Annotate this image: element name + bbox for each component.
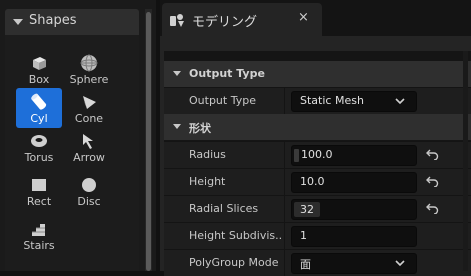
slider-notch[interactable] (294, 149, 299, 162)
category-shape[interactable]: 形状 (164, 114, 471, 140)
category-output-type[interactable]: Output Type (164, 61, 471, 87)
box-icon (33, 57, 46, 70)
tool-label: Torus (24, 151, 54, 164)
tool-label: Rect (26, 195, 52, 208)
prop-row-polygroup-mode: PolyGroup Mode 面 (164, 249, 471, 276)
radius-input[interactable]: 100.0 (291, 145, 417, 166)
height-input[interactable]: 10.0 (291, 172, 417, 193)
tool-label: Cyl (30, 112, 48, 125)
column-divider[interactable] (284, 250, 285, 276)
field-value: 100.0 (301, 148, 333, 161)
radial-slices-input[interactable]: 32 (291, 199, 417, 220)
arrow-icon (83, 134, 93, 149)
close-icon[interactable]: × (298, 10, 309, 25)
dropdown-value: 面 (300, 258, 311, 271)
cylinder-icon (31, 93, 47, 110)
tool-stairs[interactable]: Stairs (16, 215, 62, 255)
tool-label: Stairs (23, 239, 55, 252)
tool-label: Cone (74, 112, 104, 125)
column-divider[interactable] (284, 223, 285, 249)
collapse-triangle-icon[interactable] (13, 19, 23, 25)
prop-row-radius: Radius 100.0 (164, 141, 471, 168)
prop-row-height: Height 10.0 (164, 168, 471, 195)
details-scrollbar[interactable] (463, 51, 468, 271)
disc-icon (82, 178, 96, 192)
prop-label: Height Subdivis... (189, 229, 283, 242)
cone-icon (83, 96, 96, 109)
prop-label: Height (189, 175, 226, 188)
field-value: 32 (294, 202, 320, 217)
tool-label: Sphere (69, 73, 109, 86)
category-label: 形状 (189, 122, 211, 135)
chevron-down-icon (395, 98, 405, 105)
reset-icon[interactable] (426, 148, 439, 160)
shapes-panel: Shapes Box Sphere Cyl Cone Torus Arrow R… (0, 0, 156, 271)
tab-modeling[interactable]: モデリング × (162, 3, 322, 36)
tool-cone[interactable]: Cone (66, 88, 112, 128)
tool-rect[interactable]: Rect (16, 171, 62, 211)
field-value: 1 (300, 229, 307, 242)
output-type-dropdown[interactable]: Static Mesh (291, 91, 417, 112)
field-value: 10.0 (300, 175, 325, 188)
prop-label: Output Type (189, 94, 256, 107)
tool-sphere[interactable]: Sphere (66, 49, 112, 89)
height-subdivisions-input[interactable]: 1 (291, 226, 417, 247)
category-label: Output Type (189, 67, 265, 80)
stairs-icon (32, 224, 45, 236)
shapes-scrollbar-thumb[interactable] (146, 12, 151, 271)
prop-row-height-subdivisions: Height Subdivis... 1 (164, 222, 471, 249)
prop-label: Radial Slices (189, 202, 259, 215)
tool-box[interactable]: Box (16, 49, 62, 89)
prop-label: PolyGroup Mode (189, 256, 279, 269)
prop-row-output-type: Output Type Static Mesh (164, 87, 471, 114)
dropdown-value: Static Mesh (300, 94, 364, 107)
tab-title: モデリング (192, 15, 258, 30)
tool-arrow[interactable]: Arrow (66, 127, 112, 167)
tool-label: Disc (77, 195, 101, 208)
chevron-down-icon (395, 260, 405, 267)
tool-disc[interactable]: Disc (66, 171, 112, 211)
torus-icon (31, 135, 47, 147)
column-divider[interactable] (284, 169, 285, 195)
tool-label: Arrow (73, 151, 105, 164)
collapse-triangle-icon[interactable] (173, 71, 181, 76)
prop-label: Radius (189, 148, 226, 161)
sphere-icon (80, 54, 98, 72)
shapes-panel-header[interactable]: Shapes (5, 9, 139, 35)
collapse-triangle-icon[interactable] (173, 124, 181, 129)
column-divider[interactable] (284, 88, 285, 114)
column-divider[interactable] (284, 196, 285, 222)
reset-icon[interactable] (426, 202, 439, 214)
tool-label: Box (28, 73, 50, 86)
reset-icon[interactable] (426, 175, 439, 187)
shapes-panel-title: Shapes (29, 13, 77, 28)
column-divider[interactable] (284, 142, 285, 168)
modeling-icon (170, 14, 184, 27)
rect-icon (32, 179, 46, 191)
tool-cylinder[interactable]: Cyl (16, 88, 62, 128)
tool-torus[interactable]: Torus (16, 127, 62, 167)
prop-row-radial-slices: Radial Slices 32 (164, 195, 471, 222)
